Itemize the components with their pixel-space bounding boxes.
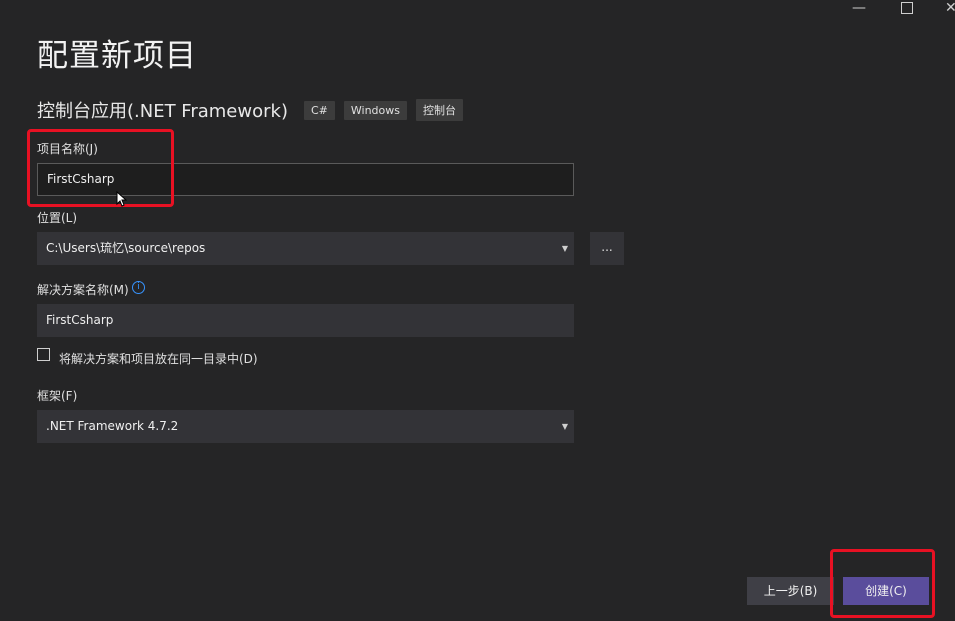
same-directory-checkbox[interactable] — [37, 348, 50, 361]
framework-value: .NET Framework 4.7.2 — [46, 419, 179, 433]
framework-label: 框架(F) — [37, 389, 78, 403]
highlight-box-create — [830, 549, 935, 618]
tag-language: C# — [303, 100, 335, 120]
tag-project-type: 控制台 — [415, 99, 463, 121]
dropdown-caret-icon: ▼ — [561, 422, 568, 431]
location-value: C:\Users\琉忆\source\repos — [46, 241, 206, 255]
highlight-box-project-name — [27, 129, 174, 207]
tag-platform: Windows — [343, 100, 407, 120]
template-name: 控制台应用(.NET Framework) — [37, 101, 288, 122]
solution-name-input[interactable]: FirstCsharp — [37, 304, 574, 337]
location-select[interactable]: C:\Users\琉忆\source\repos ▼ — [37, 232, 574, 265]
location-label: 位置(L) — [37, 211, 78, 225]
framework-select[interactable]: .NET Framework 4.7.2 ▼ — [37, 410, 574, 443]
info-icon[interactable]: i — [132, 281, 145, 294]
page-title: 配置新项目 — [37, 38, 197, 74]
mouse-cursor-icon — [116, 191, 127, 207]
solution-name-label: 解决方案名称(M) — [37, 283, 129, 297]
same-directory-label[interactable]: 将解决方案和项目放在同一目录中(D) — [59, 350, 258, 367]
template-summary: 控制台应用(.NET Framework) C# Windows 控制台 — [37, 97, 472, 123]
browse-button[interactable]: ... — [590, 232, 624, 265]
back-button[interactable]: 上一步(B) — [747, 577, 834, 605]
maximize-icon[interactable] — [901, 2, 913, 14]
dropdown-caret-icon: ▼ — [561, 244, 568, 253]
close-icon[interactable]: ✕ — [945, 0, 955, 16]
minimize-icon[interactable]: — — [852, 0, 866, 16]
